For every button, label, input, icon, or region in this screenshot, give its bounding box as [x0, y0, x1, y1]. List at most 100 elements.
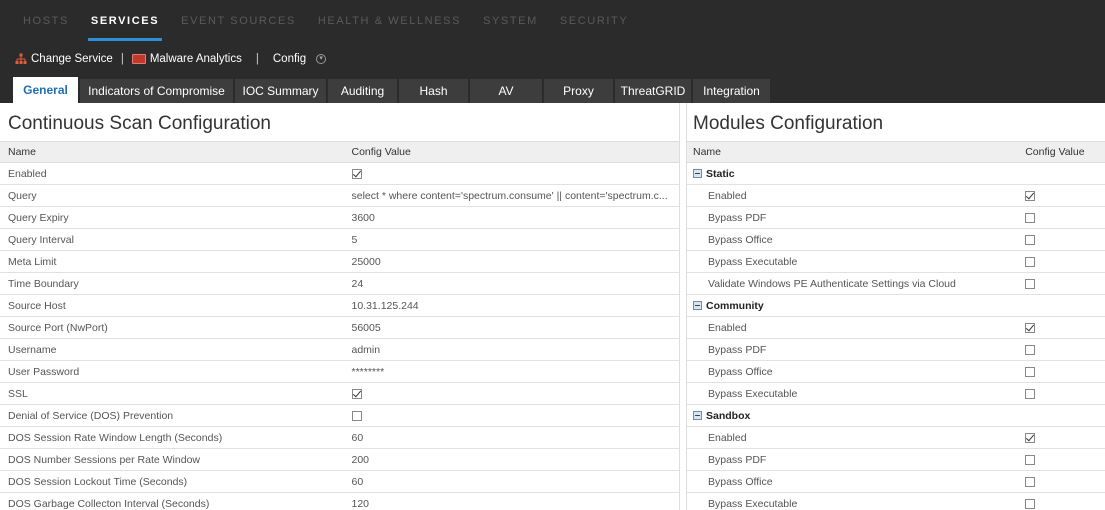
- nav-event-sources[interactable]: EVENT SOURCES: [170, 0, 307, 41]
- config-checkbox[interactable]: [351, 168, 362, 179]
- module-checkbox[interactable]: [1025, 366, 1036, 377]
- table-row[interactable]: Username admin: [0, 339, 679, 361]
- table-row[interactable]: Bypass Office: [687, 361, 1105, 383]
- row-name: DOS Session Rate Window Length (Seconds): [8, 431, 223, 444]
- table-row[interactable]: User Password ********: [0, 361, 679, 383]
- row-name: Bypass PDF: [708, 453, 767, 466]
- row-value[interactable]: admin: [340, 344, 680, 356]
- row-value[interactable]: 120: [340, 498, 680, 510]
- table-row[interactable]: Source Host 10.31.125.244: [0, 295, 679, 317]
- group-header[interactable]: Community: [687, 295, 1105, 317]
- row-name: Bypass Office: [708, 365, 773, 378]
- module-checkbox[interactable]: [1025, 212, 1036, 223]
- table-row[interactable]: Bypass Office: [687, 229, 1105, 251]
- nav-hosts[interactable]: HOSTS: [12, 0, 80, 41]
- row-value: [1019, 322, 1105, 334]
- malware-analytics-icon: [131, 54, 146, 64]
- tab-auditing[interactable]: Auditing: [328, 79, 397, 103]
- row-value: [1019, 476, 1105, 488]
- table-row[interactable]: Meta Limit 25000: [0, 251, 679, 273]
- table-row[interactable]: Enabled: [0, 163, 679, 185]
- table-row[interactable]: Bypass Office: [687, 471, 1105, 493]
- table-row[interactable]: Query Interval 5: [0, 229, 679, 251]
- row-value[interactable]: 60: [340, 476, 680, 488]
- module-checkbox[interactable]: [1025, 256, 1036, 267]
- row-name: Bypass Office: [708, 475, 773, 488]
- nav-security[interactable]: SECURITY: [549, 0, 639, 41]
- table-row[interactable]: Time Boundary 24: [0, 273, 679, 295]
- nav-health-wellness[interactable]: HEALTH & WELLNESS: [307, 0, 472, 41]
- module-checkbox[interactable]: [1025, 190, 1036, 201]
- config-checkbox[interactable]: [351, 388, 362, 399]
- collapse-icon[interactable]: [693, 169, 702, 178]
- module-checkbox[interactable]: [1025, 344, 1036, 355]
- nav-services[interactable]: SERVICES: [80, 0, 170, 41]
- nav-system[interactable]: SYSTEM: [472, 0, 549, 41]
- module-checkbox[interactable]: [1025, 278, 1036, 289]
- table-row[interactable]: Query Expiry 3600: [0, 207, 679, 229]
- row-name: Query: [8, 189, 37, 202]
- row-value[interactable]: 10.31.125.244: [340, 300, 680, 312]
- group-label: Sandbox: [706, 409, 751, 422]
- table-row[interactable]: Bypass PDF: [687, 339, 1105, 361]
- tab-general[interactable]: General: [13, 77, 78, 103]
- module-checkbox[interactable]: [1025, 498, 1036, 509]
- row-value: [1019, 432, 1105, 444]
- table-row[interactable]: Enabled: [687, 427, 1105, 449]
- row-name: Username: [8, 343, 57, 356]
- tab-ioc-summary[interactable]: IOC Summary: [235, 79, 326, 103]
- row-value[interactable]: ********: [340, 366, 680, 378]
- table-row[interactable]: Bypass Executable: [687, 493, 1105, 510]
- row-value: [340, 168, 680, 180]
- table-row[interactable]: Bypass Executable: [687, 251, 1105, 273]
- service-name[interactable]: Malware Analytics: [131, 53, 242, 65]
- table-row[interactable]: Query select * where content='spectrum.co…: [0, 185, 679, 207]
- table-row[interactable]: Enabled: [687, 185, 1105, 207]
- module-checkbox[interactable]: [1025, 454, 1036, 465]
- table-row[interactable]: DOS Number Sessions per Rate Window 200: [0, 449, 679, 471]
- config-checkbox[interactable]: [351, 410, 362, 421]
- row-value[interactable]: 56005: [340, 322, 680, 334]
- row-name: Enabled: [708, 321, 747, 334]
- row-name: Denial of Service (DOS) Prevention: [8, 409, 174, 422]
- table-row[interactable]: Bypass Executable: [687, 383, 1105, 405]
- module-checkbox[interactable]: [1025, 432, 1036, 443]
- tab-av[interactable]: AV: [470, 79, 542, 103]
- module-checkbox[interactable]: [1025, 388, 1036, 399]
- table-row[interactable]: Source Port (NwPort) 56005: [0, 317, 679, 339]
- group-header[interactable]: Sandbox: [687, 405, 1105, 427]
- row-value[interactable]: 200: [340, 454, 680, 466]
- tab-proxy[interactable]: Proxy: [544, 79, 613, 103]
- table-row[interactable]: DOS Session Lockout Time (Seconds) 60: [0, 471, 679, 493]
- table-row[interactable]: DOS Session Rate Window Length (Seconds)…: [0, 427, 679, 449]
- table-row[interactable]: Denial of Service (DOS) Prevention: [0, 405, 679, 427]
- row-value[interactable]: select * where content='spectrum.consume…: [340, 190, 680, 202]
- row-value[interactable]: 3600: [340, 212, 680, 224]
- collapse-icon[interactable]: [693, 411, 702, 420]
- row-value[interactable]: 5: [340, 234, 680, 246]
- table-row[interactable]: Enabled: [687, 317, 1105, 339]
- row-value: [1019, 454, 1105, 466]
- change-service-button[interactable]: Change Service: [15, 53, 113, 65]
- tab-hash[interactable]: Hash: [399, 79, 468, 103]
- table-row[interactable]: DOS Garbage Collecton Interval (Seconds)…: [0, 493, 679, 510]
- tab-threatgrid[interactable]: ThreatGRID: [615, 79, 691, 103]
- panel-title: Continuous Scan Configuration: [8, 113, 272, 134]
- row-value[interactable]: 60: [340, 432, 680, 444]
- module-checkbox[interactable]: [1025, 476, 1036, 487]
- table-row[interactable]: SSL: [0, 383, 679, 405]
- module-checkbox[interactable]: [1025, 322, 1036, 333]
- group-header[interactable]: Static: [687, 163, 1105, 185]
- table-row[interactable]: Validate Windows PE Authenticate Setting…: [687, 273, 1105, 295]
- row-value[interactable]: 24: [340, 278, 680, 290]
- config-menu[interactable]: Config ▾: [273, 53, 327, 65]
- row-value[interactable]: 25000: [340, 256, 680, 268]
- row-name: Bypass Office: [708, 233, 773, 246]
- tab-integration[interactable]: Integration: [693, 79, 770, 103]
- table-row[interactable]: Bypass PDF: [687, 207, 1105, 229]
- tab-indicators-of-compromise[interactable]: Indicators of Compromise: [80, 79, 233, 103]
- row-name: Meta Limit: [8, 255, 57, 268]
- module-checkbox[interactable]: [1025, 234, 1036, 245]
- collapse-icon[interactable]: [693, 301, 702, 310]
- table-row[interactable]: Bypass PDF: [687, 449, 1105, 471]
